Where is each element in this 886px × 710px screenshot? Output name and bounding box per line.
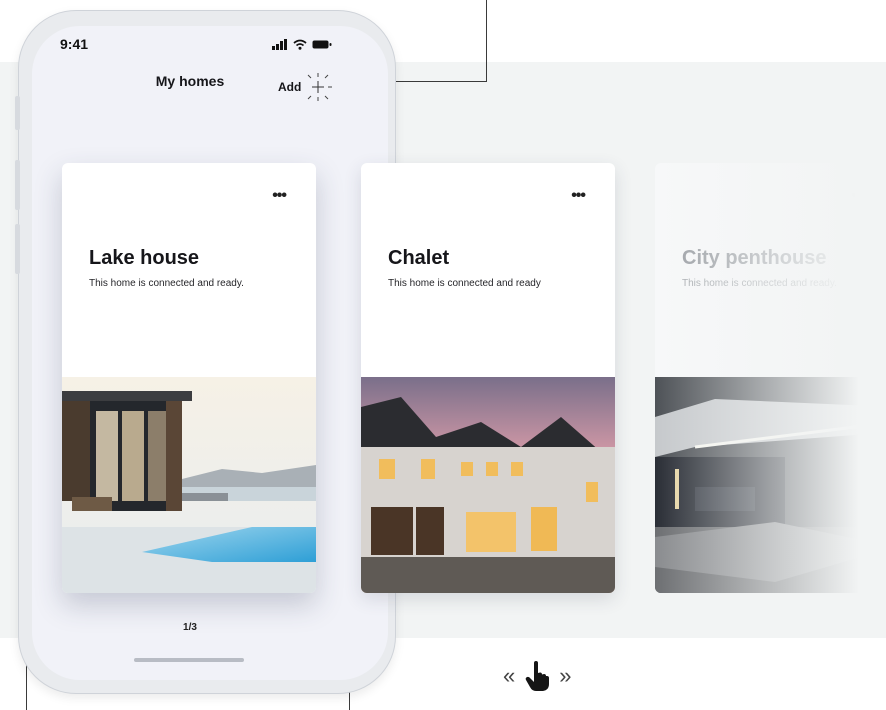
page-title: My homes: [155, 73, 225, 89]
add-label: Add: [278, 80, 302, 94]
more-options-icon[interactable]: •••: [571, 188, 586, 204]
card-title: City penthouse: [682, 247, 827, 269]
battery-icon: [312, 40, 332, 49]
status-icons: [272, 36, 332, 50]
pager-indicator: 1/3: [183, 622, 197, 633]
signal-icon: [272, 39, 287, 50]
hand-pointer-icon: [525, 661, 550, 691]
card-title: Lake house: [89, 247, 200, 269]
phone-side-button: [15, 224, 20, 274]
city-penthouse-photo: [655, 377, 886, 593]
home-card-city-penthouse[interactable]: ••• City penthouse This home is connecte…: [655, 163, 886, 593]
card-subtitle: This home is connected and ready.: [682, 278, 837, 289]
more-options-icon[interactable]: •••: [272, 188, 287, 204]
lake-house-photo: [62, 377, 316, 593]
card-subtitle: This home is connected and ready.: [89, 278, 244, 289]
status-time: 9:41: [60, 36, 89, 52]
chevrons-left-icon: «: [503, 663, 516, 688]
wifi-icon: [293, 39, 307, 50]
phone-side-button: [15, 96, 20, 130]
phone-side-button: [15, 160, 20, 210]
more-options-icon[interactable]: •••: [851, 188, 866, 204]
chalet-photo: [361, 377, 615, 593]
card-subtitle: This home is connected and ready: [388, 278, 541, 289]
callout-line-top-vertical: [486, 0, 487, 82]
chevrons-right-icon: »: [559, 663, 572, 688]
swipe-hint: « »: [503, 660, 572, 692]
home-card-lake-house[interactable]: ••• Lake house This home is connected an…: [62, 163, 316, 593]
home-indicator[interactable]: [134, 658, 244, 662]
home-card-chalet[interactable]: ••• Chalet This home is connected and re…: [361, 163, 615, 593]
plus-icon: [307, 73, 333, 101]
add-home-button[interactable]: Add: [278, 72, 333, 102]
card-title: Chalet: [388, 247, 450, 269]
